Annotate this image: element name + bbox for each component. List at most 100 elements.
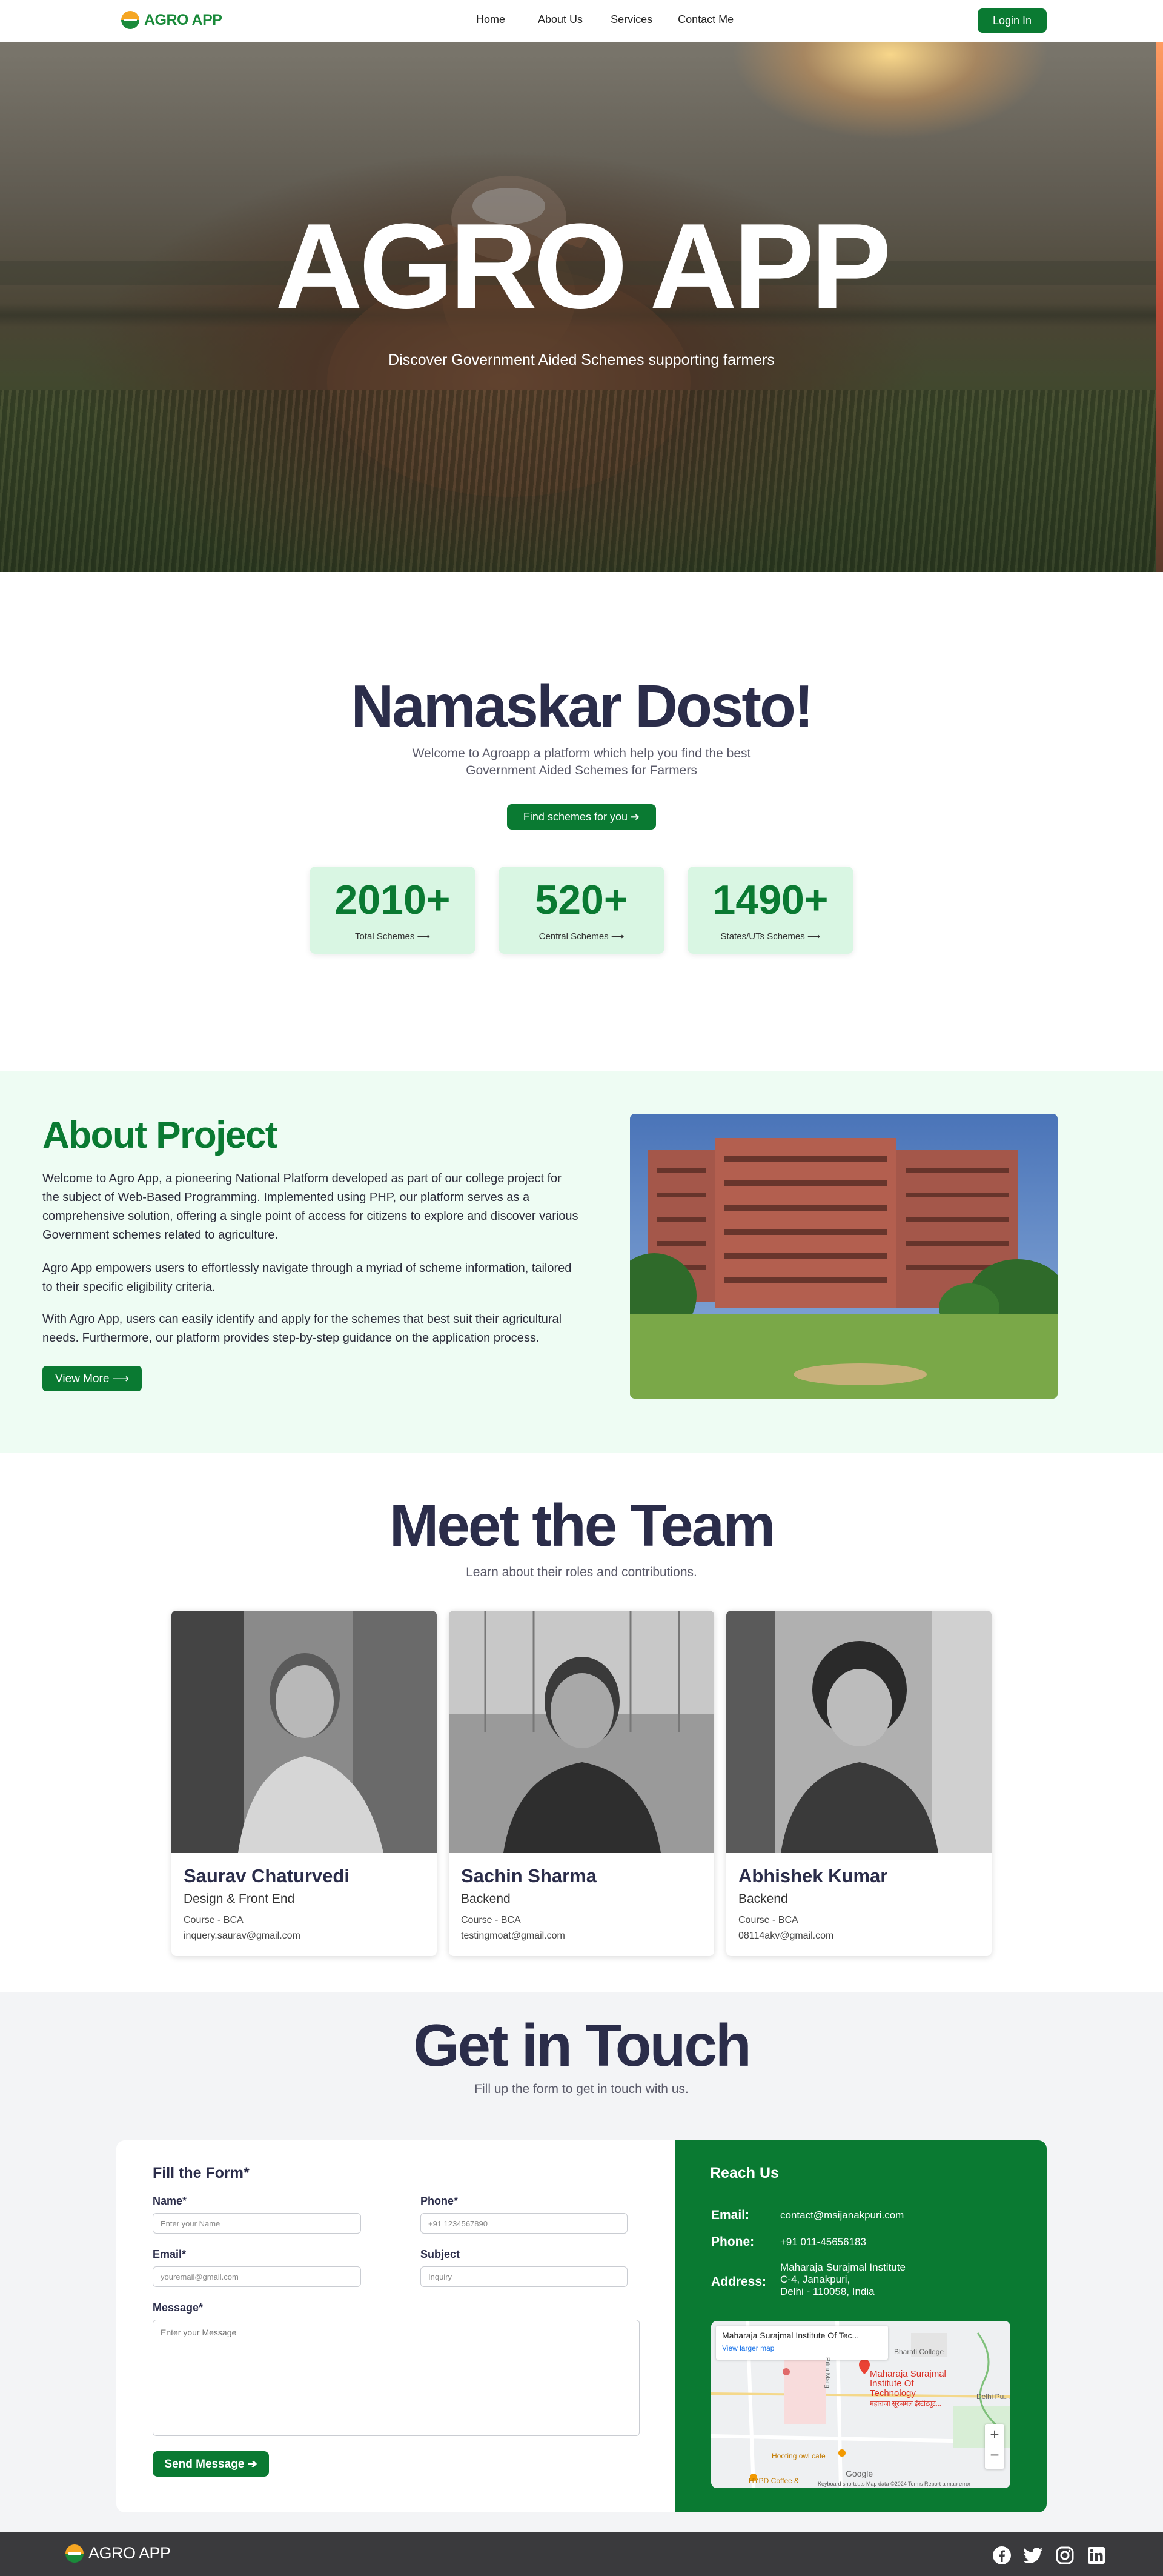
twitter-icon[interactable] [1022, 2544, 1044, 2566]
team-member-card[interactable]: Abhishek Kumar Backend Course - BCA 0811… [726, 1611, 992, 1956]
instagram-icon[interactable] [1054, 2544, 1076, 2566]
view-larger-map-link[interactable]: View larger map [722, 2344, 882, 2352]
about-section: About Project Welcome to Agro App, a pio… [0, 1071, 1163, 1453]
view-more-button[interactable]: View More ⟶ [42, 1366, 142, 1391]
member-photo [449, 1611, 714, 1853]
location-map[interactable]: Maharaja Surajmal Institute Of Tec... Vi… [711, 2321, 1010, 2488]
reach-phone[interactable]: +91 011-45656183 [780, 2236, 866, 2248]
stat-value: 520+ [535, 877, 628, 923]
member-course: Course - BCA [184, 1915, 244, 1925]
nav-link-home[interactable]: Home [476, 13, 505, 26]
find-schemes-button[interactable]: Find schemes for you ➔ [507, 804, 656, 830]
sun-field-logo-icon [121, 11, 139, 29]
reach-address-label: Address: [711, 2275, 767, 2289]
team-member-card[interactable]: Saurav Chaturvedi Design & Front End Cou… [171, 1611, 437, 1956]
send-message-button[interactable]: Send Message ➔ [153, 2451, 269, 2477]
hero-title: AGRO APP [275, 199, 891, 334]
login-button[interactable]: Login In [978, 8, 1047, 33]
member-course: Course - BCA [738, 1915, 798, 1925]
map-zoom-controls: + − [985, 2424, 1004, 2469]
facebook-icon[interactable] [991, 2544, 1013, 2566]
map-place-title: Maharaja Surajmal Institute Of Tec... [722, 2331, 860, 2340]
map-label-cafe: Hooting owl cafe [772, 2452, 826, 2460]
stat-value: 1490+ [712, 877, 829, 923]
nav-links: Home About Us Services Contact Me [476, 13, 734, 26]
team-member-card[interactable]: Sachin Sharma Backend Course - BCA testi… [449, 1611, 714, 1956]
sun-field-logo-icon [65, 2544, 84, 2563]
reach-address-line: Delhi - 110058, India [780, 2286, 875, 2297]
map-footer: Keyboard shortcuts Map data ©2024 Terms … [818, 2481, 971, 2487]
member-name: Abhishek Kumar [738, 1865, 888, 1886]
social-links [991, 2544, 1107, 2566]
contact-subtitle: Fill up the form to get in touch with us… [474, 2082, 689, 2096]
nav-link-services[interactable]: Services [611, 13, 652, 26]
member-photo [726, 1611, 992, 1853]
subject-input[interactable] [420, 2266, 628, 2287]
brand-logo[interactable]: AGRO APP [121, 11, 222, 29]
member-name: Sachin Sharma [461, 1865, 597, 1886]
message-textarea[interactable] [153, 2320, 640, 2436]
brand-name: AGRO APP [144, 11, 222, 28]
hero-banner: AGRO APP Discover Government Aided Schem… [0, 42, 1163, 572]
member-role: Backend [461, 1892, 511, 1906]
google-logo: Google [846, 2469, 873, 2478]
nav-link-contact[interactable]: Contact Me [678, 13, 734, 26]
zoom-in-button[interactable]: + [985, 2424, 1004, 2445]
map-pin-name: Maharaja Surajmal Institute Of Technolog… [870, 2369, 946, 2398]
contact-title: Get in Touch [413, 2012, 752, 2078]
member-name: Saurav Chaturvedi [184, 1865, 350, 1886]
stat-card-central[interactable]: 520+ Central Schemes ⟶ [499, 867, 664, 954]
map-place-card: Maharaja Surajmal Institute Of Tec... Vi… [716, 2326, 888, 2360]
map-label-college: Bharati College [894, 2348, 944, 2356]
nav-link-about[interactable]: About Us [538, 13, 583, 26]
reach-email-label: Email: [711, 2208, 750, 2222]
footer-brand-name: AGRO APP [88, 2544, 171, 2562]
member-role: Design & Front End [184, 1892, 295, 1906]
reach-us-panel: Reach Us Email: contact@msijanakpuri.com… [675, 2140, 1047, 2512]
team-subtitle: Learn about their roles and contribution… [466, 1565, 697, 1579]
name-input[interactable] [153, 2213, 361, 2234]
stat-label: Total Schemes ⟶ [354, 931, 431, 942]
message-label: Message* [153, 2301, 204, 2314]
reach-title: Reach Us [710, 2165, 779, 2182]
stat-card-states[interactable]: 1490+ States/UTs Schemes ⟶ [688, 867, 853, 954]
member-email[interactable]: 08114akv@gmail.com [738, 1931, 979, 1942]
stat-card-total[interactable]: 2010+ Total Schemes ⟶ [310, 867, 475, 954]
hero-grass-texture [0, 390, 1163, 572]
about-title: About Project [42, 1114, 277, 1156]
subject-label: Subject [420, 2248, 460, 2260]
contact-card: Fill the Form* Name* Phone* Email* Subje… [116, 2140, 1047, 2512]
member-photo [171, 1611, 437, 1853]
zoom-out-button[interactable]: − [985, 2445, 1004, 2465]
linkedin-icon[interactable] [1085, 2544, 1107, 2566]
welcome-subtitle: Welcome to Agroapp a platform which help… [412, 747, 751, 777]
member-course: Course - BCA [461, 1915, 521, 1925]
footer-logo[interactable]: AGRO APP [65, 2544, 171, 2563]
email-label: Email* [153, 2248, 187, 2260]
phone-label: Phone* [420, 2195, 459, 2207]
reach-email[interactable]: contact@msijanakpuri.com [780, 2209, 904, 2222]
phone-input[interactable] [420, 2213, 628, 2234]
welcome-title: Namaskar Dosto! [351, 673, 813, 739]
reach-address-line: C-4, Janakpuri, [780, 2274, 850, 2285]
member-role: Backend [738, 1892, 788, 1906]
about-paragraph: With Agro App, users can easily identify… [42, 1313, 562, 1345]
contact-section: Get in Touch Fill up the form to get in … [0, 1992, 1163, 2532]
top-navbar: AGRO APP Home About Us Services Contact … [0, 0, 1163, 42]
college-building-image [630, 1114, 1058, 1399]
member-email[interactable]: testingmoat@gmail.com [461, 1931, 702, 1942]
reach-phone-label: Phone: [711, 2235, 755, 2249]
email-input[interactable] [153, 2266, 361, 2287]
team-title: Meet the Team [389, 1492, 775, 1559]
stat-value: 2010+ [334, 877, 451, 923]
map-pin-subtitle: महाराजा सूरजमल इंस्टीट्यूट... [870, 2400, 941, 2408]
scheme-stats: 2010+ Total Schemes ⟶ 520+ Central Schem… [0, 867, 1163, 954]
map-label-coffee: HYPD Coffee & [749, 2477, 800, 2485]
about-paragraph: Welcome to Agro App, a pioneering Nation… [42, 1172, 578, 1242]
form-title: Fill the Form* [153, 2165, 250, 2182]
hero-subtitle: Discover Government Aided Schemes suppor… [388, 351, 775, 368]
member-email[interactable]: inquery.saurav@gmail.com [184, 1931, 425, 1942]
team-cards: Saurav Chaturvedi Design & Front End Cou… [0, 1611, 1163, 1956]
map-label-delhi: Delhi Pu... [976, 2392, 1010, 2401]
stat-label: Central Schemes ⟶ [538, 931, 625, 942]
